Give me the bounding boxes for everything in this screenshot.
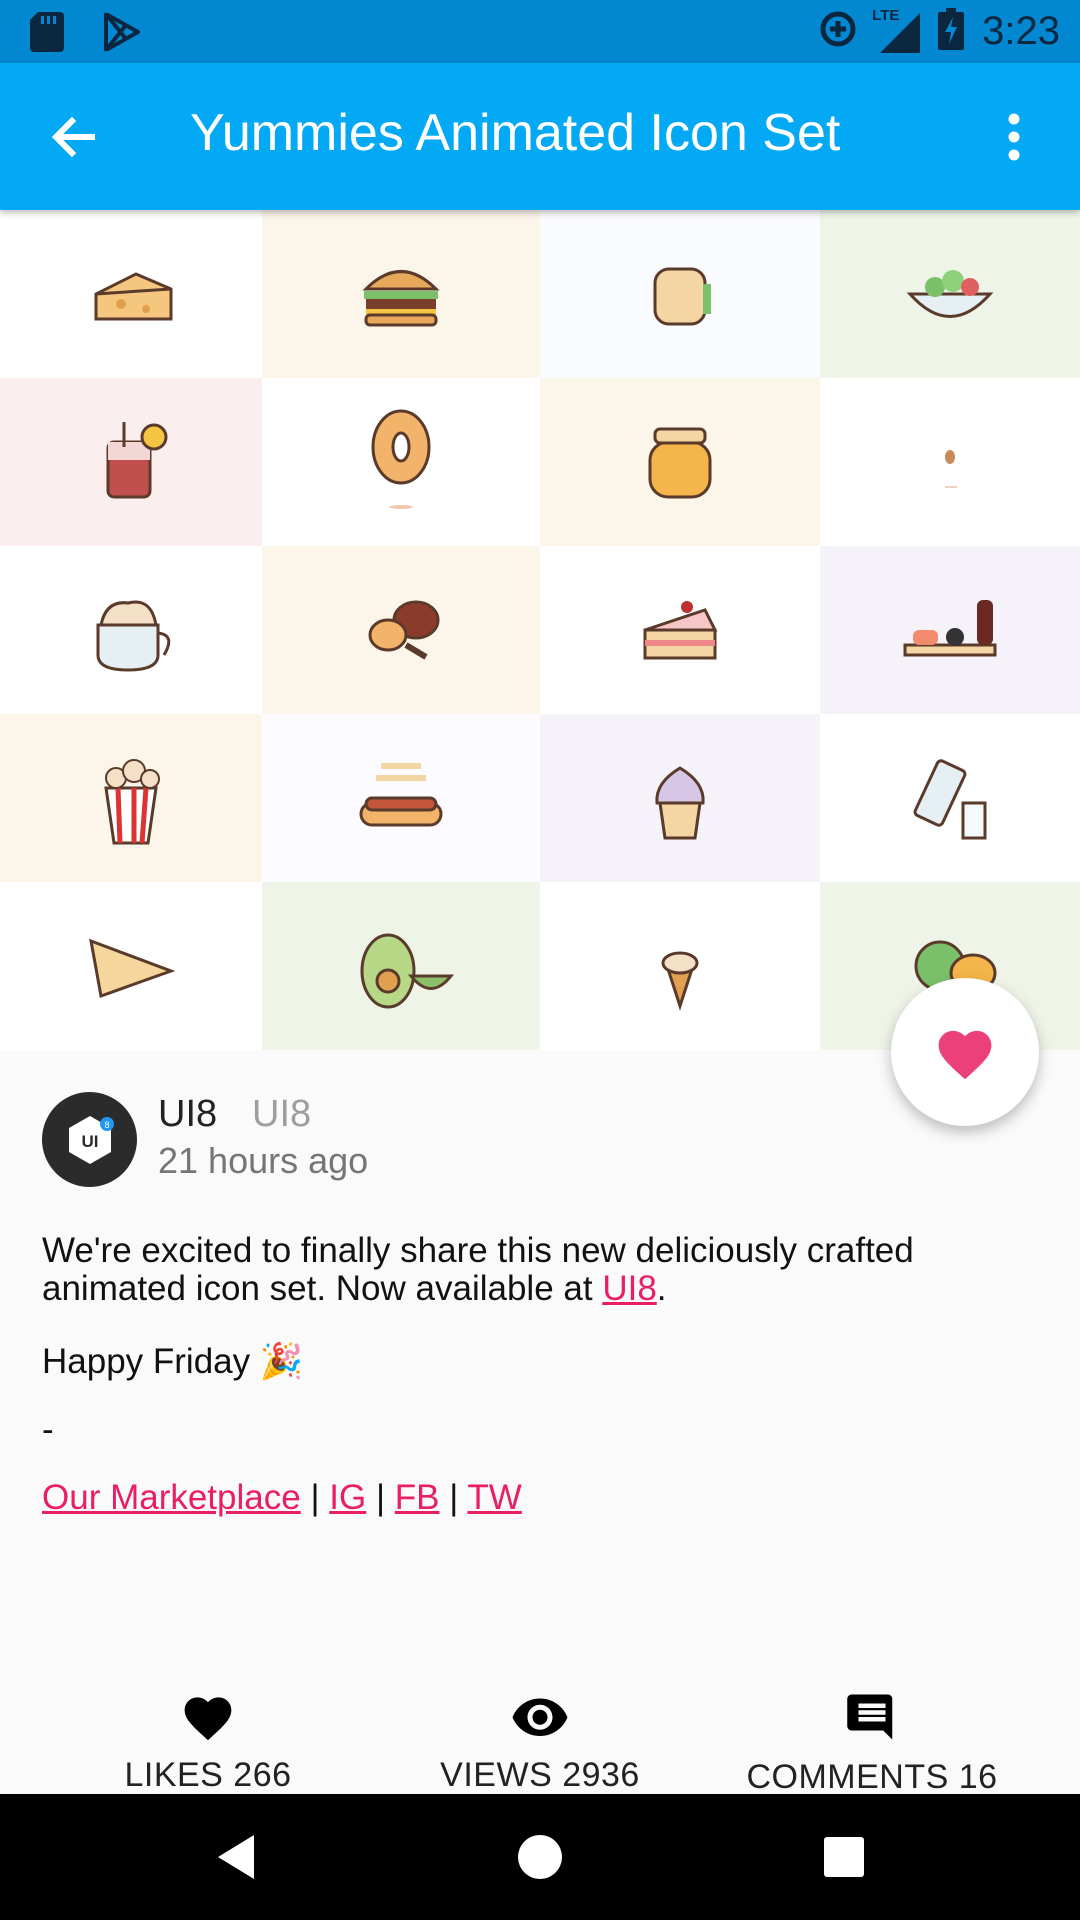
heart-icon bbox=[184, 1697, 232, 1741]
screen: LTE 3:23 Yummies Animated Icon Set UI 8 bbox=[0, 0, 1080, 1920]
ice-cream-cone-icon bbox=[661, 951, 699, 1011]
post-links: Our Marketplace | IG | FB | TW bbox=[42, 1478, 522, 1517]
grid-cell-honey-jar bbox=[540, 378, 820, 546]
marketplace-link[interactable]: Our Marketplace bbox=[42, 1478, 301, 1517]
back-button[interactable] bbox=[44, 107, 104, 167]
eye-icon bbox=[512, 1698, 568, 1736]
grid-cell-coffee-bean bbox=[820, 378, 1080, 546]
grid-cell-sushi bbox=[820, 546, 1080, 714]
lemonade-jar-icon bbox=[106, 422, 168, 499]
cappuccino-icon bbox=[96, 600, 171, 672]
salad-icon bbox=[906, 270, 994, 318]
grid-cell-hot-dog bbox=[262, 714, 540, 882]
more-options-button[interactable] bbox=[984, 107, 1044, 167]
tw-link[interactable]: TW bbox=[467, 1478, 521, 1517]
grid-cell-milk-bottle bbox=[820, 714, 1080, 882]
avatar-badge: 8 bbox=[104, 1120, 109, 1130]
grid-cell-donut bbox=[262, 378, 540, 546]
cheese-icon bbox=[94, 272, 173, 321]
grid-cell-chicken-legs bbox=[262, 546, 540, 714]
nav-home-button[interactable] bbox=[510, 1827, 570, 1887]
grid-cell-avocado bbox=[262, 882, 540, 1050]
post-paragraph-2: Happy Friday 🎉 bbox=[42, 1342, 304, 1381]
signal-icon: LTE bbox=[872, 7, 921, 53]
triangle-back-icon bbox=[218, 1835, 254, 1879]
ui8-logo-icon: UI 8 bbox=[68, 1115, 114, 1164]
milk-bottle-icon bbox=[913, 759, 987, 840]
network-label: LTE bbox=[872, 7, 900, 24]
post-body: We're excited to finally share this new … bbox=[42, 1232, 1042, 1552]
likes-stat[interactable]: LIKES 266 bbox=[38, 1690, 378, 1795]
grid-cell-cake-slice bbox=[540, 546, 820, 714]
arrow-back-icon bbox=[51, 116, 95, 158]
status-time: 3:23 bbox=[982, 9, 1060, 53]
author-name[interactable]: UI8 bbox=[158, 1093, 217, 1136]
grid-cell-burger bbox=[262, 210, 540, 378]
grid-cell-lemonade-jar bbox=[0, 378, 262, 546]
sandwich-icon bbox=[653, 267, 711, 326]
comments-stat[interactable]: COMMENTS 16 bbox=[702, 1690, 1042, 1797]
post-paragraph-3: - bbox=[42, 1410, 54, 1449]
coffee-bean-icon bbox=[945, 450, 957, 488]
avocado-icon bbox=[360, 933, 455, 1009]
grid-cell-cheese bbox=[0, 210, 262, 378]
status-bar: LTE 3:23 bbox=[0, 0, 1080, 63]
views-stat[interactable]: VIEWS 2936 bbox=[370, 1690, 710, 1795]
ig-link[interactable]: IG bbox=[329, 1478, 366, 1517]
battery-icon bbox=[938, 7, 965, 55]
sd-card-icon bbox=[30, 12, 64, 57]
comment-icon bbox=[847, 1694, 893, 1740]
nav-recents-button[interactable] bbox=[814, 1827, 874, 1887]
comments-label: COMMENTS 16 bbox=[746, 1758, 998, 1796]
heart-icon bbox=[938, 1030, 992, 1080]
author-handle[interactable]: UI8 bbox=[252, 1093, 311, 1136]
grid-cell-sandwich bbox=[540, 210, 820, 378]
play-store-icon bbox=[104, 10, 143, 56]
post-time: 21 hours ago bbox=[158, 1140, 369, 1181]
cake-slice-icon bbox=[643, 601, 718, 660]
like-fab[interactable] bbox=[891, 978, 1039, 1126]
donut-icon bbox=[371, 409, 431, 509]
data-saver-icon bbox=[818, 9, 858, 54]
views-label: VIEWS 2936 bbox=[440, 1756, 640, 1794]
grid-cell-popcorn bbox=[0, 714, 262, 882]
hot-dog-icon bbox=[359, 763, 443, 827]
nav-back-button[interactable] bbox=[206, 1827, 266, 1887]
grid-cell-cheese-wedge bbox=[0, 882, 262, 1050]
ice-cream-cup-icon bbox=[655, 766, 705, 840]
page-title: Yummies Animated Icon Set bbox=[190, 104, 841, 162]
honey-jar-icon bbox=[648, 427, 712, 499]
grid-cell-cappuccino bbox=[0, 546, 262, 714]
more-vert-icon bbox=[1008, 113, 1020, 161]
grid-cell-ice-cream-cup bbox=[540, 714, 820, 882]
fb-link[interactable]: FB bbox=[395, 1478, 440, 1517]
circle-home-icon bbox=[518, 1835, 562, 1879]
square-recents-icon bbox=[824, 1837, 864, 1877]
app-bar: Yummies Animated Icon Set bbox=[0, 63, 1080, 210]
ui8-link[interactable]: UI8 bbox=[602, 1269, 656, 1308]
avatar[interactable]: UI 8 bbox=[42, 1092, 137, 1187]
navigation-bar bbox=[0, 1794, 1080, 1920]
post-paragraph-1: We're excited to finally share this new … bbox=[42, 1231, 914, 1308]
grid-cell-salad bbox=[820, 210, 1080, 378]
grid-cell-ice-cream-cone bbox=[540, 882, 820, 1050]
chicken-legs-icon bbox=[368, 600, 440, 660]
avatar-text: UI bbox=[81, 1132, 98, 1151]
preview-image[interactable] bbox=[0, 210, 1080, 1050]
sushi-icon bbox=[903, 600, 997, 657]
popcorn-icon bbox=[104, 759, 160, 845]
stats-bar: LIKES 266 VIEWS 2936 COMMENTS 16 bbox=[0, 1690, 1080, 1797]
likes-label: LIKES 266 bbox=[124, 1756, 292, 1794]
cheese-wedge-icon bbox=[89, 938, 176, 999]
burger-icon bbox=[362, 270, 440, 327]
